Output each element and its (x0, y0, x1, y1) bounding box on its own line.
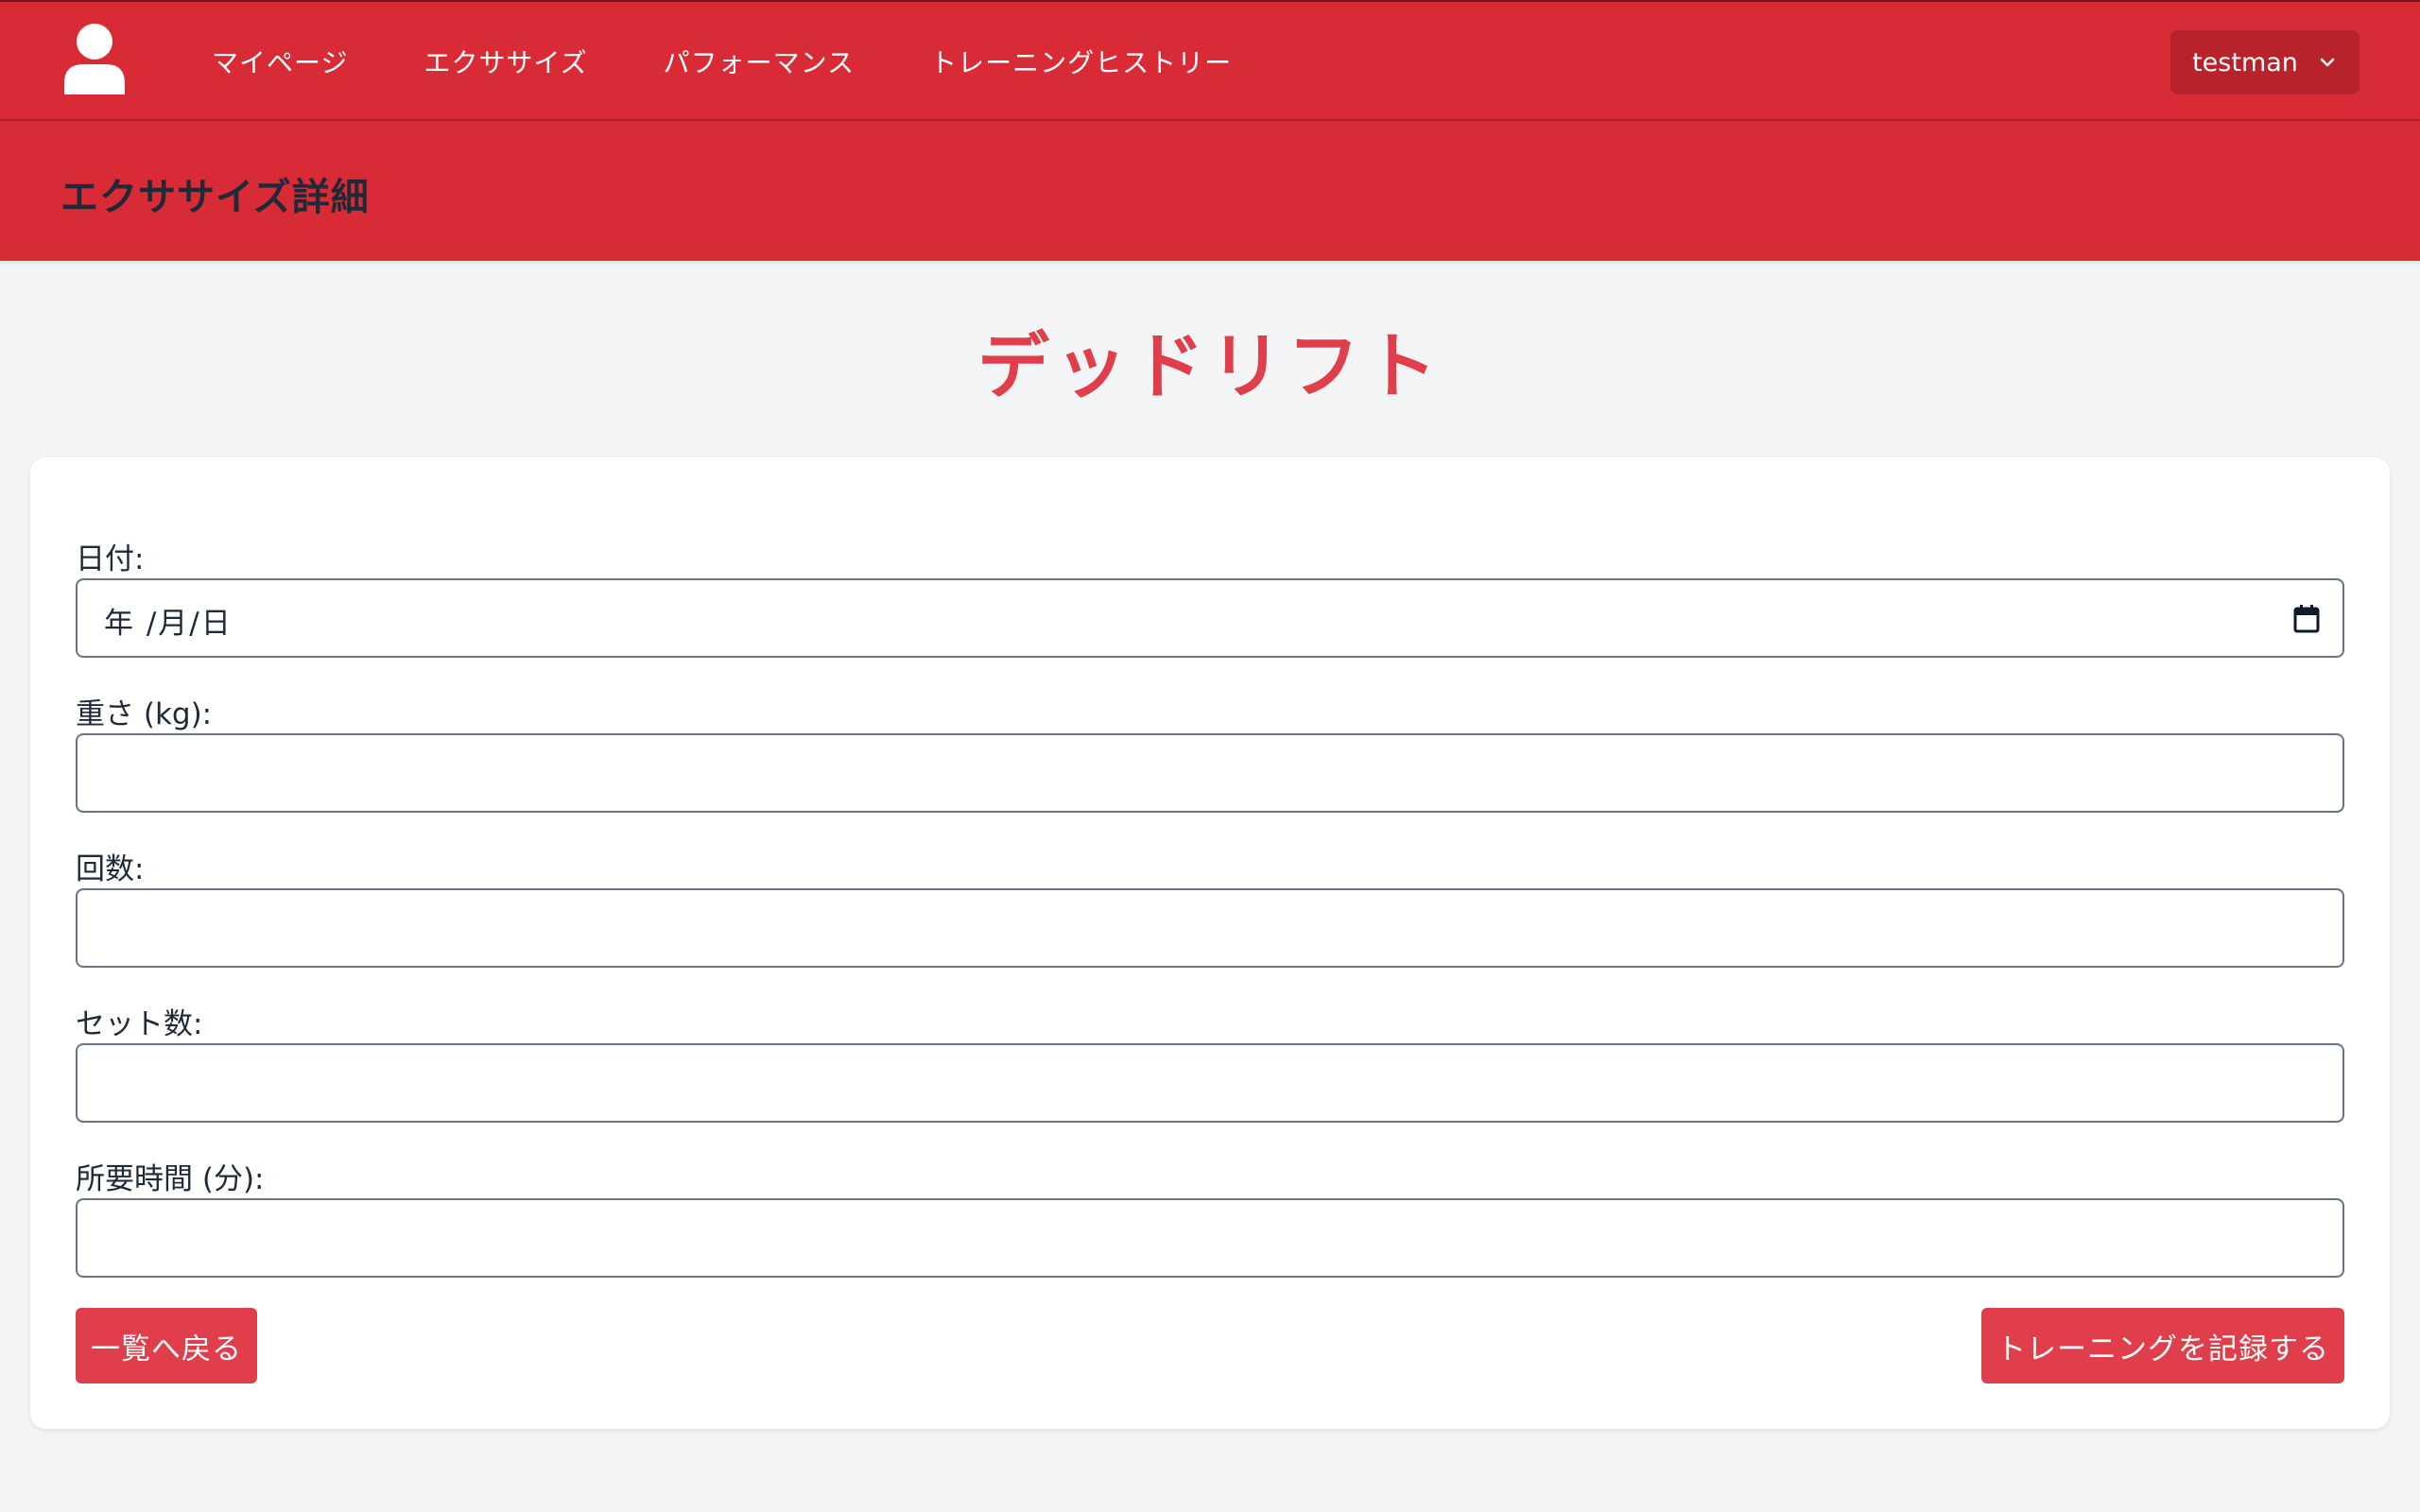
reps-label: 回数: (76, 852, 145, 886)
top-navigation: マイページ エクササイズ パフォーマンス トレーニングヒストリー testman (0, 0, 2420, 121)
reps-input[interactable] (76, 888, 2344, 968)
sets-label: セット数: (76, 1007, 203, 1041)
weight-input[interactable] (76, 733, 2344, 813)
duration-input[interactable] (76, 1198, 2344, 1278)
page-header: エクササイズ詳細 (0, 121, 2420, 261)
weight-label: 重さ (kg): (76, 697, 213, 731)
exercise-name-heading: デッドリフト (977, 324, 1443, 408)
duration-label: 所要時間 (分): (76, 1162, 265, 1196)
training-form-card: 日付: 年 /月/日 重さ (kg): 回数: セット数: 所要時間 (分): … (30, 457, 2390, 1429)
nav-item-exercises[interactable]: エクササイズ (424, 43, 587, 80)
page-title: エクササイズ詳細 (60, 176, 370, 219)
nav-links: マイページ エクササイズ パフォーマンス トレーニングヒストリー (212, 2, 1307, 121)
date-label: 日付: (76, 542, 145, 576)
nav-item-training-history[interactable]: トレーニングヒストリー (930, 43, 1232, 80)
record-training-button[interactable]: トレーニングを記録する (1981, 1308, 2344, 1383)
chevron-down-icon (2320, 58, 2335, 67)
nav-item-performance[interactable]: パフォーマンス (664, 43, 855, 80)
user-name: testman (2192, 47, 2298, 77)
date-input-value: 年 /月/日 (104, 607, 233, 641)
user-menu-button[interactable]: testman (2170, 30, 2360, 94)
date-input[interactable]: 年 /月/日 (76, 578, 2344, 658)
sets-input[interactable] (76, 1043, 2344, 1123)
nav-item-mypage[interactable]: マイページ (212, 43, 348, 80)
user-avatar-icon[interactable] (62, 23, 127, 94)
back-to-list-button[interactable]: 一覧へ戻る (76, 1308, 257, 1383)
calendar-icon[interactable] (2291, 603, 2322, 635)
